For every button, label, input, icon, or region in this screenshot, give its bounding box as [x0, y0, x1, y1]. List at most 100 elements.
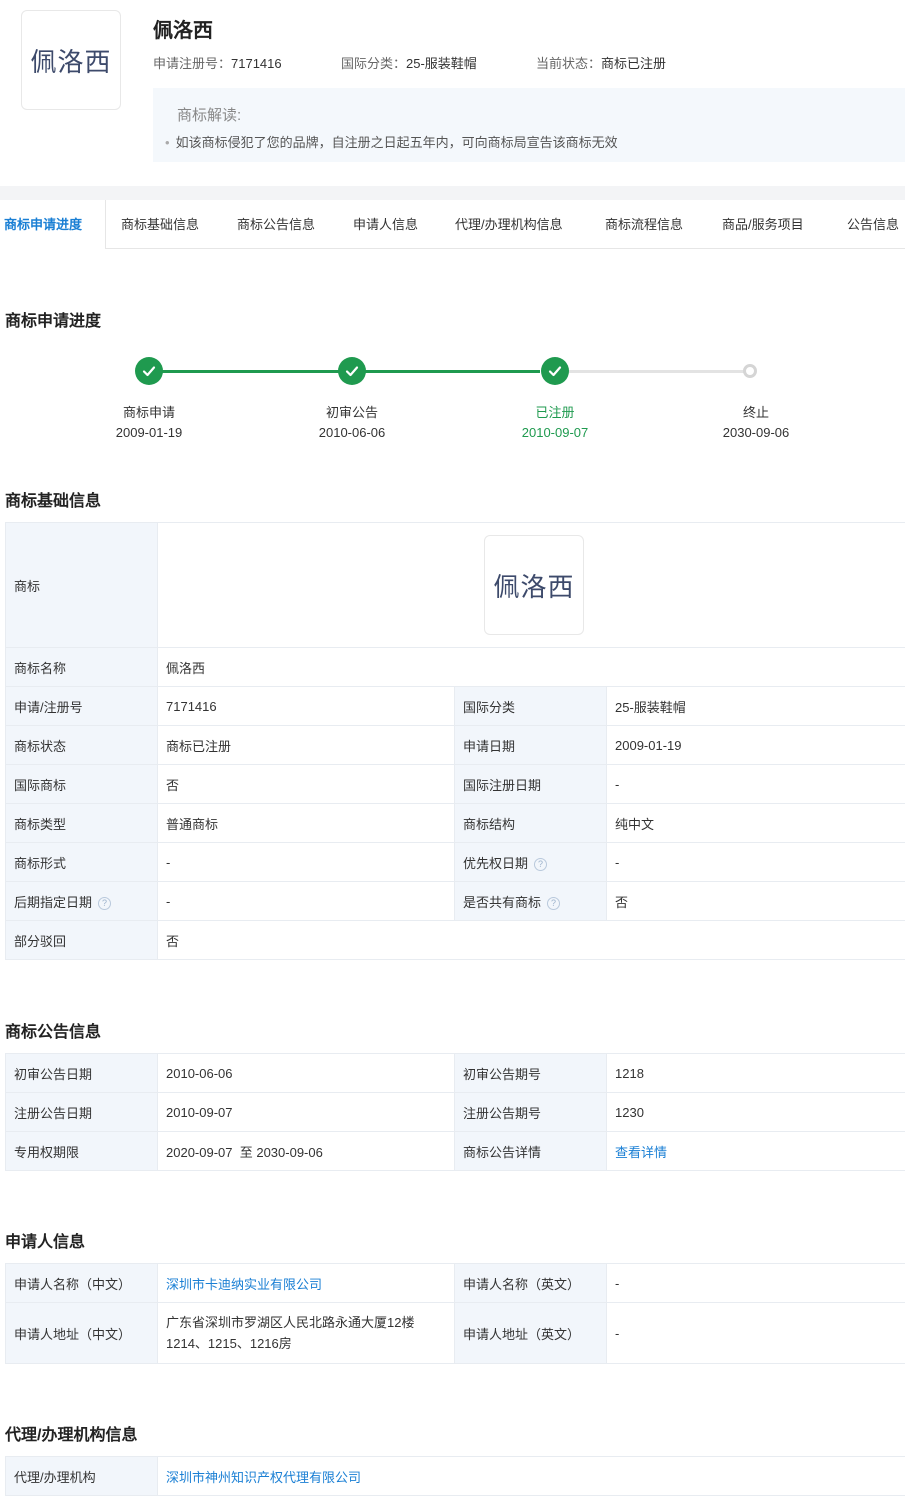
cell-label: 初审公告期号 — [454, 1053, 607, 1093]
table-row: 专用权期限 2020-09-07 至 2030-09-06 商标公告详情 查看详… — [5, 1131, 905, 1171]
cell-label: 申请人地址（中文） — [5, 1302, 158, 1364]
cell-label: 商标类型 — [5, 803, 158, 843]
table-row: 部分驳回 否 — [5, 920, 905, 960]
cell-label: 初审公告日期 — [5, 1053, 158, 1093]
cell-label: 专用权期限 — [5, 1131, 158, 1171]
reg-no-value: 7171416 — [231, 56, 282, 71]
announce-info-table: 初审公告日期 2010-06-06 初审公告期号 1218 注册公告日期 201… — [5, 1053, 905, 1171]
cell-value: 纯中文 — [606, 803, 905, 843]
applicant-name-link[interactable]: 深圳市卡迪纳实业有限公司 — [166, 1277, 322, 1292]
table-row: 商标 佩洛西 — [5, 522, 905, 648]
cell-value: 2010-09-07 — [157, 1092, 455, 1132]
table-row: 商标名称 佩洛西 — [5, 647, 905, 687]
cell-label: 商标 — [5, 522, 158, 648]
progress-step-date: 2010-06-06 — [318, 425, 386, 440]
cell-value: 查看详情 — [606, 1131, 905, 1171]
cell-value: 商标已注册 — [157, 725, 455, 765]
cell-value: 广东省深圳市罗湖区人民北路永通大厦12楼1214、1215、1216房 — [157, 1302, 455, 1364]
progress-node-4 — [743, 364, 757, 378]
trademark-logo: 佩洛西 — [21, 10, 121, 110]
help-icon[interactable]: ? — [98, 896, 112, 910]
help-icon[interactable]: ? — [534, 857, 548, 871]
interpret-title: 商标解读: — [177, 107, 242, 124]
cell-value: 否 — [157, 764, 455, 804]
progress-section-title: 商标申请进度 — [5, 313, 102, 330]
table-row: 后期指定日期? - 是否共有商标? 否 — [5, 881, 905, 921]
cell-label: 注册公告期号 — [454, 1092, 607, 1132]
table-row: 申请人名称（中文） 深圳市卡迪纳实业有限公司 申请人名称（英文） - — [5, 1263, 905, 1303]
tab-announcement-info[interactable]: 商标公告信息 — [221, 200, 331, 249]
cell-label: 部分驳回 — [5, 920, 158, 960]
cell-label: 申请/注册号 — [5, 686, 158, 726]
class-meta: 国际分类：25-服装鞋帽 — [341, 56, 477, 71]
trademark-image: 佩洛西 — [484, 535, 584, 635]
cell-label: 后期指定日期? — [5, 881, 158, 921]
tab-process-info[interactable]: 商标流程信息 — [589, 200, 699, 249]
cell-value: 普通商标 — [157, 803, 455, 843]
cell-value: - — [157, 881, 455, 921]
check-icon — [142, 366, 156, 377]
cell-label: 申请人地址（英文） — [454, 1302, 607, 1364]
cell-value: 1218 — [606, 1053, 905, 1093]
cell-label: 国际注册日期 — [454, 764, 607, 804]
table-row: 注册公告日期 2010-09-07 注册公告期号 1230 — [5, 1092, 905, 1132]
cell-value: 深圳市神州知识产权代理有限公司 — [157, 1456, 905, 1496]
tab-announcements[interactable]: 公告信息 — [831, 200, 905, 249]
cell-value: - — [606, 1263, 905, 1303]
applicant-info-table: 申请人名称（中文） 深圳市卡迪纳实业有限公司 申请人名称（英文） - 申请人地址… — [5, 1263, 905, 1364]
progress-step-label: 已注册 — [535, 405, 575, 420]
table-row: 申请/注册号 7171416 国际分类 25-服装鞋帽 — [5, 686, 905, 726]
cell-value: 2009-01-19 — [606, 725, 905, 765]
agency-info-table: 代理/办理机构 深圳市神州知识产权代理有限公司 — [5, 1456, 905, 1496]
applicant-section-title: 申请人信息 — [5, 1234, 86, 1251]
interpret-item: • 如该商标侵犯了您的品牌，自注册之日起五年内，可向商标局宣告该商标无效 — [165, 135, 618, 150]
tab-goods-services[interactable]: 商品/服务项目 — [706, 200, 820, 249]
trademark-logo-text: 佩洛西 — [30, 47, 112, 78]
help-icon[interactable]: ? — [547, 896, 561, 910]
tab-application-progress[interactable]: 商标申请进度 — [0, 200, 106, 249]
cell-value: 否 — [157, 920, 905, 960]
cell-value: - — [606, 842, 905, 882]
page-title: 佩洛西 — [153, 20, 213, 42]
cell-value: - — [157, 842, 455, 882]
table-row: 商标类型 普通商标 商标结构 纯中文 — [5, 803, 905, 843]
cell-value: - — [606, 764, 905, 804]
cell-label: 申请人名称（中文） — [5, 1263, 158, 1303]
progress-step-date: 2030-09-06 — [722, 425, 790, 440]
progress-line-pending — [568, 370, 744, 373]
tab-agency-info[interactable]: 代理/办理机构信息 — [439, 200, 579, 249]
cell-value: 佩洛西 — [157, 647, 905, 687]
view-details-link[interactable]: 查看详情 — [615, 1145, 667, 1160]
cell-label: 申请人名称（英文） — [454, 1263, 607, 1303]
cell-value: 佩洛西 — [157, 522, 905, 648]
tab-bar: 商标申请进度 商标基础信息 商标公告信息 申请人信息 代理/办理机构信息 商标流… — [0, 200, 905, 249]
cell-label: 申请日期 — [454, 725, 607, 765]
announce-section-title: 商标公告信息 — [5, 1024, 102, 1041]
tab-applicant-info[interactable]: 申请人信息 — [337, 200, 434, 249]
cell-value: 7171416 — [157, 686, 455, 726]
cell-label: 注册公告日期 — [5, 1092, 158, 1132]
cell-label: 是否共有商标? — [454, 881, 607, 921]
cell-label: 代理/办理机构 — [5, 1456, 158, 1496]
cell-label: 商标名称 — [5, 647, 158, 687]
progress-step-date: 2009-01-19 — [115, 425, 183, 440]
cell-label: 国际分类 — [454, 686, 607, 726]
progress-step-label: 终止 — [742, 405, 769, 420]
status-meta: 当前状态：商标已注册 — [536, 56, 667, 71]
tab-basic-info[interactable]: 商标基础信息 — [105, 200, 215, 249]
cell-value: 1230 — [606, 1092, 905, 1132]
progress-step-date: 2010-09-07 — [521, 425, 589, 440]
cell-label: 商标公告详情 — [454, 1131, 607, 1171]
status-value: 商标已注册 — [601, 56, 667, 71]
reg-no-meta: 申请注册号：7171416 — [153, 56, 282, 71]
table-row: 申请人地址（中文） 广东省深圳市罗湖区人民北路永通大厦12楼1214、1215、… — [5, 1302, 905, 1364]
cell-value: - — [606, 1302, 905, 1364]
basic-info-table: 商标 佩洛西 商标名称 佩洛西 申请/注册号 7171416 国际分类 25-服… — [5, 522, 905, 960]
table-row: 初审公告日期 2010-06-06 初审公告期号 1218 — [5, 1053, 905, 1093]
cell-value: 2020-09-07 至 2030-09-06 — [157, 1131, 455, 1171]
agency-link[interactable]: 深圳市神州知识产权代理有限公司 — [166, 1470, 361, 1485]
cell-value: 25-服装鞋帽 — [606, 686, 905, 726]
trademark-header: 佩洛西 佩洛西 申请注册号：7171416 国际分类：25-服装鞋帽 当前状态：… — [0, 0, 905, 186]
progress-node-3 — [541, 357, 569, 385]
cell-label: 商标状态 — [5, 725, 158, 765]
